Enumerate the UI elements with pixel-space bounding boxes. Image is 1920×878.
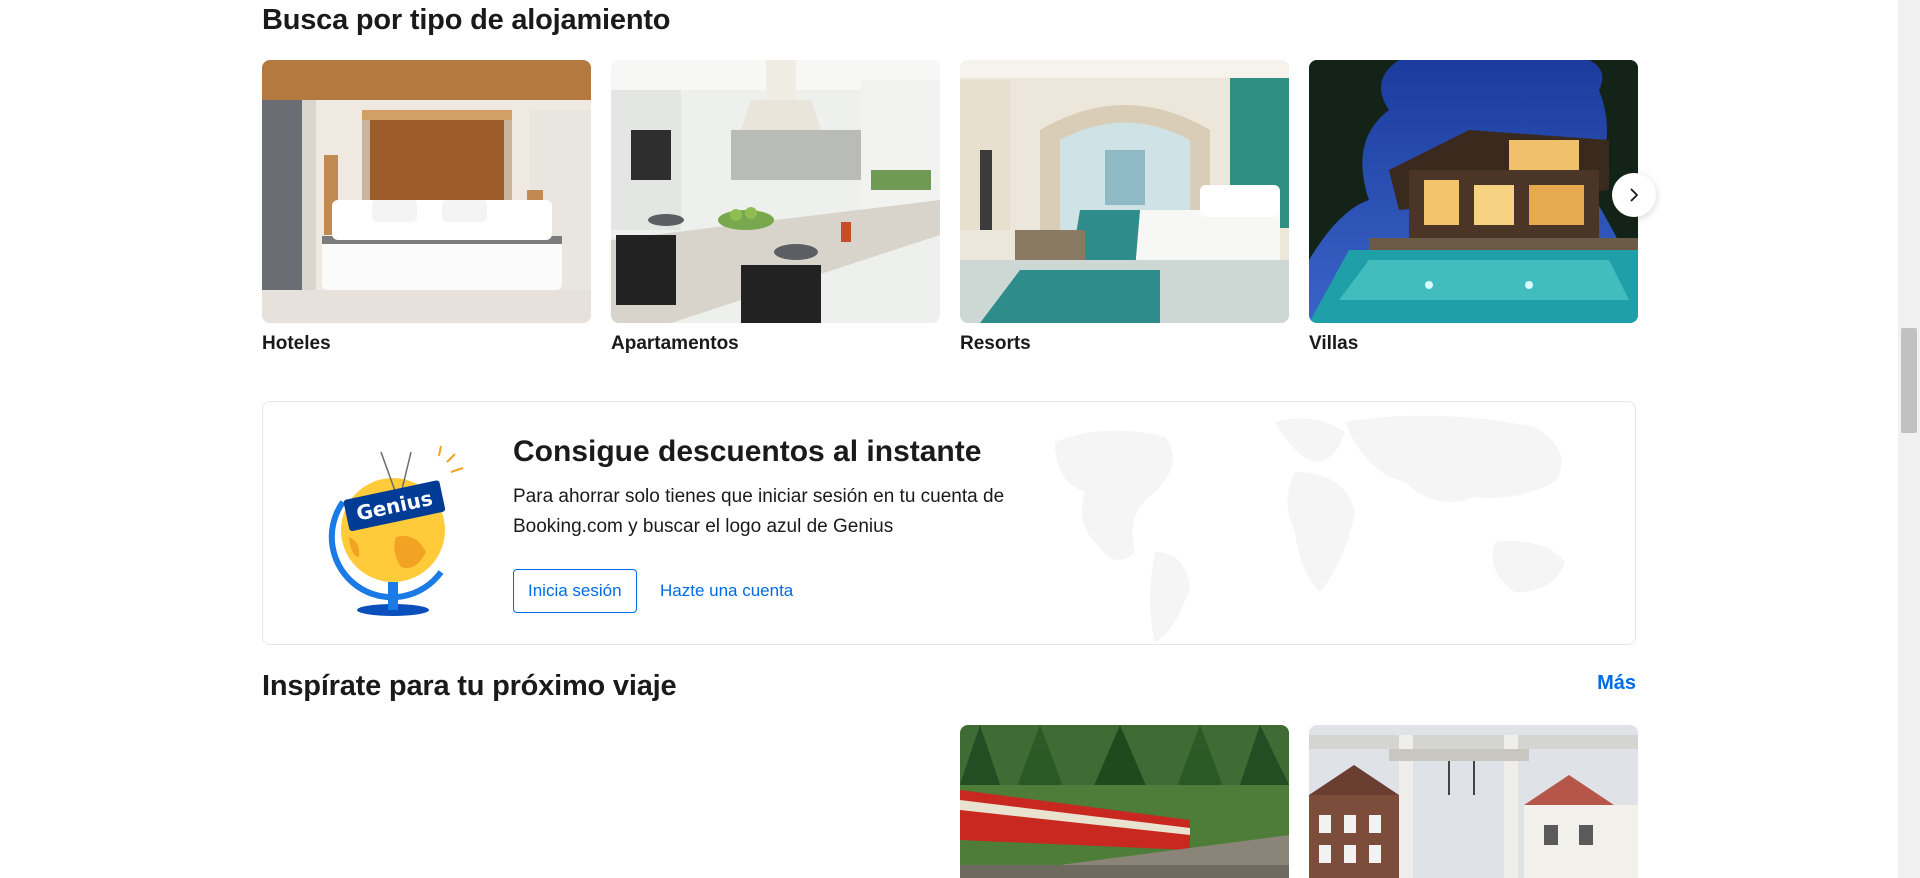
property-card-hotels[interactable]: Hoteles <box>262 60 591 355</box>
property-types-title: Busca por tipo de alojamiento <box>262 4 671 36</box>
hotel-room-photo[interactable] <box>262 60 591 323</box>
genius-title: Consigue descuentos al instante <box>513 435 982 468</box>
genius-globe-illustration: Genius <box>328 445 464 616</box>
inspiration-title: Inspírate para tu próximo viaje <box>262 670 677 702</box>
genius-banner: Genius Consigue descuentos al instante P… <box>262 401 1636 645</box>
create-account-link[interactable]: Hazte una cuenta <box>660 569 793 613</box>
page: Busca por tipo de alojamiento Hoteles Ap… <box>0 0 1920 878</box>
canal-bridge-photo[interactable] <box>1309 725 1638 878</box>
world-map-background <box>1055 415 1565 642</box>
resort-room-photo[interactable] <box>960 60 1289 323</box>
inspiration-card-1[interactable] <box>960 725 1289 878</box>
train-forest-photo[interactable] <box>960 725 1289 878</box>
property-card-apartments[interactable]: Apartamentos <box>611 60 940 355</box>
inspiration-card-2[interactable] <box>1309 725 1638 878</box>
property-card-resorts[interactable]: Resorts <box>960 60 1289 355</box>
property-label-resorts[interactable]: Resorts <box>960 333 1289 355</box>
scrollbar-thumb[interactable] <box>1901 328 1917 433</box>
genius-description: Para ahorrar solo tienes que iniciar ses… <box>513 486 1005 537</box>
signin-button[interactable]: Inicia sesión <box>513 569 637 613</box>
property-label-villas[interactable]: Villas <box>1309 333 1638 355</box>
property-card-villas[interactable]: Villas <box>1309 60 1638 355</box>
apartment-kitchen-photo[interactable] <box>611 60 940 323</box>
inspiration-more-link[interactable]: Más <box>1597 672 1636 695</box>
property-label-apartments[interactable]: Apartamentos <box>611 333 940 355</box>
chevron-right-icon <box>1630 188 1638 202</box>
property-label-hotels[interactable]: Hoteles <box>262 333 591 355</box>
carousel-next-button[interactable] <box>1612 173 1656 217</box>
villa-pool-photo[interactable] <box>1309 60 1638 323</box>
page-scrollbar[interactable] <box>1898 0 1920 878</box>
